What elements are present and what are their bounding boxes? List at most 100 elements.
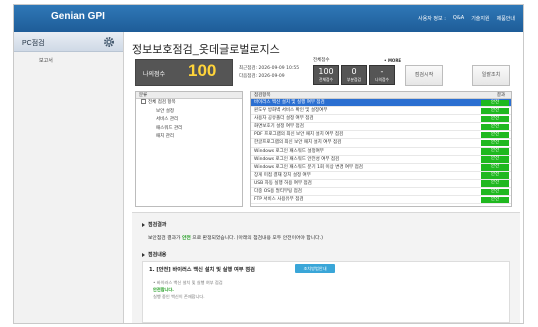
my-score-label: 나의점수 [143,71,166,78]
main-content: 정보보호점검_옷데글로벌로지스 나의점수 100 최근점검: 2026-09-0… [132,32,520,323]
table-row[interactable]: 윈도우 방화벽 서비스 확인 및 설정여부 안전 [251,107,511,116]
result-section-header[interactable]: 점검결과 [142,221,166,228]
start-check-button[interactable]: 점검시작 [405,65,443,86]
tree-item-label: 전체 점검 항목 [148,100,176,105]
status-badge: 안전 [481,188,509,196]
table-row[interactable]: Windows 로그인 패스워드 분기 1회 이상 변경 여부 점검 안전 [251,164,511,172]
result-section-title: 점검결과 [148,222,167,228]
item-label: 바이러스 백신 설치 및 실행 여부 점검 [254,100,325,105]
fix-guide-button[interactable]: 조치방법안내 [295,264,335,273]
status-badge: 안전 [481,139,509,147]
tree-item-patch[interactable]: 패치 관리 [136,133,242,142]
qa-link[interactable]: Q&A [453,15,464,22]
expand-arrow-icon [142,252,145,257]
app-window: Genian GPI 사용자 정보 : Q&A 기술지원 제품안내 PC점검 보… [13,4,524,324]
tree-item-label: 서비스 관리 [156,117,179,122]
stat-total-value: 100 [318,67,334,76]
stat-mine-value: - [380,67,384,76]
summary-status: 안전 [181,236,191,241]
stat-partial: 0 부분점검 [341,65,367,85]
status-badge: 안전 [481,107,509,115]
stat-total: 100 전체점수 [313,65,339,85]
detail-section-header[interactable]: 점검내용 [142,251,166,258]
status-badge: 안전 [481,99,509,106]
status-badge: 안전 [481,123,509,131]
tree-item-password[interactable]: 패스워드 관리 [136,125,242,134]
item-label: PDF 프로그램의 최신 보안 패치 설치 여부 점검 [254,132,344,138]
item-label: USB 자동 실행 허용 여부 점검 [254,180,312,186]
sidebar-header: PC점검 [14,32,123,52]
top-menu: 사용자 정보 : Q&A 기술지원 제품안내 [418,15,515,22]
tree-item-label: 패치 관리 [156,134,174,139]
tree-item-all[interactable]: 전체 점검 항목 [136,99,242,108]
status-badge: 안전 [481,131,509,139]
summary-pre: 보안점검 결과가 [148,236,182,241]
my-score-box: 나의점수 100 [135,59,233,86]
tree-item-label: 보안 설정 [156,108,174,114]
next-check-date: 다음점검: 2026-09-09 [239,74,285,79]
sidebar-item-report[interactable]: 보고서 [39,57,53,64]
item-label: 다중 OS용 멀티부팅 점검 [254,189,302,195]
table-row[interactable]: 다중 OS용 멀티부팅 점검 안전 [251,188,511,197]
bulk-fix-button[interactable]: 일괄조치 [472,65,510,86]
check-items-table: 점검항목 결과 바이러스 백신 설치 및 실행 여부 점검 안전 윈도우 방화벽 서… [250,91,512,207]
table-row[interactable]: Windows 로그인 패스워드 안전성 여부 점검 안전 [251,156,511,164]
item-label: FTP 서비스 사용유무 점검 [254,197,304,203]
product-info-link[interactable]: 제품안내 [497,15,515,22]
status-badge: 안전 [481,196,509,204]
item-label: 화면보호기 설정 여부 점검 [254,124,304,130]
item-label: Windows 로그인 패스워드 설정여부 [254,148,324,154]
detail-lines: • 바이러스 백신 설치 및 실행 여부 점검 안전합니다. 실행 중인 백신이… [153,279,223,300]
table-row[interactable]: 바이러스 백신 설치 및 실행 여부 점검 안전 [251,99,511,108]
page-title: 정보보호점검_옷데글로벌로지스 [132,44,280,56]
tree-item-service[interactable]: 서비스 관리 [136,116,242,125]
category-header: 분류 [136,92,242,99]
item-label: Windows 로그인 패스워드 안전성 여부 점검 [254,156,340,162]
result-panel: 점검결과 보안점검 결과가 안전 으로 판정되었습니다. (아래의 점검내용 모… [132,212,520,323]
table-row[interactable]: USB 자동 실행 허용 여부 점검 안전 [251,180,511,189]
detail-item-title: 1. [안전] 바이러스 백신 설치 및 실행 여부 점검 [149,267,255,273]
tech-support-link[interactable]: 기술지원 [471,15,489,22]
status-badge: 안전 [481,180,509,187]
stat-mine-label: 나의점수 [375,77,389,82]
result-header-label: 결과 [496,93,505,98]
detail-line: 실행 중인 백신이 존재합니다. [153,294,205,299]
sidebar: PC점검 보고서 [14,32,124,323]
status-badge: 안전 [481,148,509,155]
stat-total-label: 전체점수 [319,77,333,82]
items-header: 점검항목 결과 [251,92,511,99]
table-row[interactable]: FTP 서비스 사용유무 점검 안전 [251,196,511,205]
table-row[interactable]: Windows 로그인 패스워드 설정여부 안전 [251,148,511,156]
item-label: 윈도우 방화벽 서비스 확인 및 설정여부 [254,108,328,114]
user-info-link[interactable]: 사용자 정보 : [418,15,446,22]
category-tree: 분류 전체 점검 항목 보안 설정 서비스 관리 패스워드 관리 패치 관리 [135,91,243,207]
sidebar-title: PC점검 [22,40,45,47]
my-score-value: 100 [188,61,217,80]
table-row[interactable]: 사용자 공유폴더 설정 여부 점검 안전 [251,115,511,124]
item-label: Windows 로그인 패스워드 분기 1회 이상 변경 여부 점검 [254,164,363,170]
app-logo: Genian GPI [51,11,105,22]
gear-icon[interactable] [103,36,115,48]
items-header-label: 점검항목 [254,93,271,98]
status-badge: 안전 [481,115,509,123]
collapse-icon[interactable] [141,99,146,104]
stat-partial-label: 부분점검 [347,77,361,82]
detail-line-status: 안전합니다. [153,287,174,292]
stats-title: 전체점수 [313,58,330,63]
table-row[interactable]: PDF 프로그램의 최신 보안 패치 설치 여부 점검 안전 [251,131,511,140]
result-summary: 보안점검 결과가 안전 으로 판정되었습니다. (아래의 점검내용 모두 안전이… [148,234,508,243]
item-rows: 바이러스 백신 설치 및 실행 여부 점검 안전 윈도우 방화벽 서비스 확인 및 … [251,99,511,205]
table-row[interactable]: 한글프로그램의 최신 보안 패치 설치 여부 점검 안전 [251,139,511,148]
status-badge: 안전 [481,172,509,179]
expand-arrow-icon [142,222,145,227]
check-dates: 최근점검: 2026-09-09 10:55 다음점검: 2026-09-09 [239,65,299,81]
detail-section-title: 점검내용 [148,252,167,258]
tree-item-security[interactable]: 보안 설정 [136,108,242,117]
table-row[interactable]: 화면보호기 설정 여부 점검 안전 [251,123,511,132]
item-label: 장게 미접 결재 장치 설정 여부 [254,172,311,178]
status-badge: 안전 [481,164,509,171]
more-link[interactable]: • MORE [384,58,401,63]
table-row[interactable]: 장게 미접 결재 장치 설정 여부 안전 [251,172,511,180]
summary-post: 으로 판정되었습니다. (아래의 점검내용 모두 안전이어야 합니다.) [190,236,323,241]
tree-item-label: 패스워드 관리 [156,125,183,131]
